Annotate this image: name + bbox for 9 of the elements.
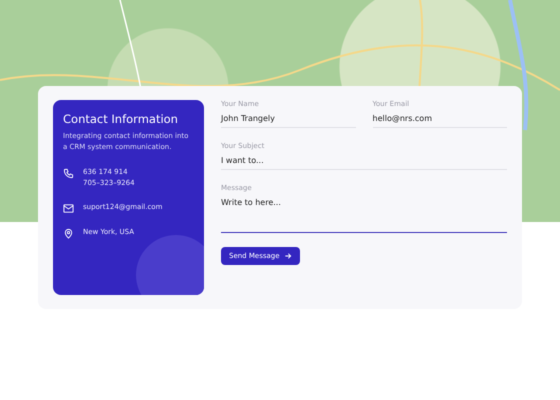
message-field[interactable]: Write to here... xyxy=(221,198,507,233)
mail-icon xyxy=(63,203,74,214)
panel-title: Contact Information xyxy=(63,112,179,126)
phone-icon xyxy=(63,168,74,179)
input-field[interactable]: I want to... xyxy=(221,156,507,170)
input-field[interactable]: hello@nrs.com xyxy=(372,114,507,128)
arrow-right-icon xyxy=(284,252,292,260)
input-field[interactable]: John Trangely xyxy=(221,114,356,128)
location-pin-icon xyxy=(63,228,74,239)
